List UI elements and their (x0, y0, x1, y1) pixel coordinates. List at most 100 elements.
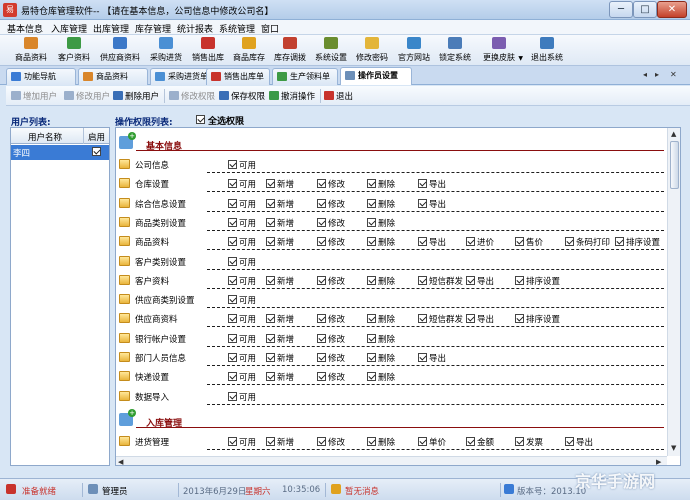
permission-checkbox[interactable]: 删除 (367, 178, 395, 190)
checkbox-icon[interactable] (317, 198, 326, 208)
checkbox-icon[interactable] (266, 275, 275, 285)
column-header-enabled[interactable]: 启用 (88, 131, 105, 143)
edit-permission-button[interactable]: 修改权限 (169, 90, 215, 102)
checkbox-icon[interactable] (615, 237, 624, 247)
permission-checkbox[interactable]: 排序设置 (615, 236, 660, 248)
toolbar-password-button[interactable]: 修改密码 (352, 36, 392, 65)
checkbox-icon[interactable] (266, 237, 275, 247)
checkbox-icon[interactable] (266, 333, 275, 343)
permission-checkbox[interactable]: 修改 (317, 275, 345, 287)
permission-checkbox[interactable]: 导出 (418, 236, 446, 248)
permission-checkbox[interactable]: 新增 (266, 333, 294, 345)
permission-checkbox[interactable]: 导出 (418, 198, 446, 210)
permission-checkbox[interactable]: 删除 (367, 371, 395, 383)
checkbox-icon[interactable] (515, 237, 524, 247)
checkbox-icon[interactable] (317, 372, 326, 382)
checkbox-icon[interactable] (317, 314, 326, 324)
checkbox-icon[interactable] (228, 160, 237, 169)
toolbar-skin-button[interactable]: 更换皮肤 ▼ (477, 36, 523, 65)
checkbox-icon[interactable] (418, 353, 427, 362)
save-permission-button[interactable]: 保存权限 (219, 90, 265, 102)
permission-checkbox[interactable]: 修改 (317, 371, 345, 383)
tab-goods[interactable]: 商品资料 (78, 68, 148, 85)
column-header-user-name[interactable]: 用户名称 (28, 131, 62, 143)
checkbox-icon[interactable] (228, 333, 237, 343)
scroll-up-icon[interactable]: ▲ (671, 130, 676, 138)
scroll-down-icon[interactable]: ▼ (671, 444, 676, 452)
checkbox-icon[interactable] (317, 237, 326, 247)
toolbar-goods-button[interactable]: 商品资料 (10, 36, 52, 65)
checkbox-icon[interactable] (515, 314, 524, 324)
permission-checkbox[interactable]: 新增 (266, 178, 294, 190)
menu-inventory[interactable]: 库存管理 (135, 22, 171, 35)
permission-checkbox[interactable]: 修改 (317, 198, 345, 210)
select-all-checkbox[interactable]: 全选权限 (196, 114, 244, 127)
minimize-button[interactable]: ─ (609, 1, 633, 18)
permission-checkbox[interactable]: 可用 (228, 256, 256, 268)
checkbox-icon[interactable] (228, 237, 237, 247)
toolbar-exit-button[interactable]: 退出系统 (527, 36, 567, 65)
checkbox-icon[interactable] (228, 256, 237, 266)
permission-checkbox[interactable]: 删除 (367, 275, 395, 287)
checkbox-icon[interactable] (317, 217, 326, 227)
menu-basic-info[interactable]: 基本信息 (7, 22, 43, 35)
permission-checkbox[interactable]: 修改 (317, 333, 345, 345)
permission-checkbox[interactable]: 短信群发 (418, 275, 463, 287)
checkbox-icon[interactable] (367, 217, 376, 227)
permission-checkbox[interactable]: 可用 (228, 159, 256, 171)
checkbox-icon[interactable] (317, 333, 326, 343)
status-message[interactable]: 暂无消息 (345, 485, 379, 497)
menu-outbound[interactable]: 出库管理 (93, 22, 129, 35)
permission-checkbox[interactable]: 新增 (266, 436, 294, 448)
permission-checkbox[interactable]: 新增 (266, 217, 294, 229)
checkbox-icon[interactable] (418, 237, 427, 247)
checkbox-icon[interactable] (196, 115, 205, 124)
horizontal-scrollbar[interactable]: ◀ ▶ (116, 456, 667, 465)
checkbox-icon[interactable] (228, 436, 237, 446)
checkbox-icon[interactable] (266, 179, 275, 189)
checkbox-icon[interactable] (266, 436, 275, 446)
tab-scroll-left-icon[interactable]: ◂ (643, 70, 647, 79)
checkbox-icon[interactable] (228, 391, 237, 401)
permission-checkbox[interactable]: 可用 (228, 236, 256, 248)
maximize-button[interactable]: □ (633, 1, 657, 18)
permission-checkbox[interactable]: 新增 (266, 313, 294, 325)
checkbox-icon[interactable] (317, 436, 326, 446)
permission-checkbox[interactable]: 新增 (266, 198, 294, 210)
checkbox-icon[interactable] (565, 237, 574, 247)
permission-checkbox[interactable]: 短信群发 (418, 313, 463, 325)
permission-checkbox[interactable]: 修改 (317, 313, 345, 325)
permission-checkbox[interactable]: 删除 (367, 333, 395, 345)
checkbox-icon[interactable] (228, 275, 237, 285)
permission-checkbox[interactable]: 修改 (317, 178, 345, 190)
checkbox-icon[interactable] (367, 179, 376, 189)
permission-checkbox[interactable]: 导出 (466, 313, 494, 325)
permission-checkbox[interactable]: 可用 (228, 217, 256, 229)
toolbar-sales-out-button[interactable]: 销售出库 (188, 36, 228, 65)
scroll-right-icon[interactable]: ▶ (656, 458, 661, 465)
enabled-checkbox[interactable] (92, 147, 101, 156)
checkbox-icon[interactable] (228, 198, 237, 208)
toolbar-purchase-button[interactable]: 采购进货 (146, 36, 186, 65)
checkbox-icon[interactable] (418, 436, 427, 446)
permission-checkbox[interactable]: 修改 (317, 217, 345, 229)
vertical-scrollbar[interactable]: ▲ ▼ (667, 128, 680, 456)
permission-checkbox[interactable]: 排序设置 (515, 313, 560, 325)
permission-checkbox[interactable]: 可用 (228, 178, 256, 190)
edit-user-button[interactable]: 修改用户 (64, 90, 110, 102)
menu-inbound[interactable]: 入库管理 (51, 22, 87, 35)
scroll-thumb[interactable] (670, 141, 679, 189)
toolbar-settings-button[interactable]: 系统设置 (311, 36, 351, 65)
checkbox-icon[interactable] (266, 372, 275, 382)
checkbox-icon[interactable] (418, 179, 427, 189)
checkbox-icon[interactable] (367, 372, 376, 382)
permission-checkbox[interactable]: 修改 (317, 352, 345, 364)
permission-checkbox[interactable]: 可用 (228, 391, 256, 403)
checkbox-icon[interactable] (266, 198, 275, 208)
checkbox-icon[interactable] (418, 198, 427, 208)
menu-system[interactable]: 系统管理 (219, 22, 255, 35)
close-window-button[interactable]: ✕ (657, 1, 687, 18)
permission-checkbox[interactable]: 金额 (466, 436, 494, 448)
checkbox-icon[interactable] (418, 314, 427, 324)
checkbox-icon[interactable] (565, 436, 574, 446)
